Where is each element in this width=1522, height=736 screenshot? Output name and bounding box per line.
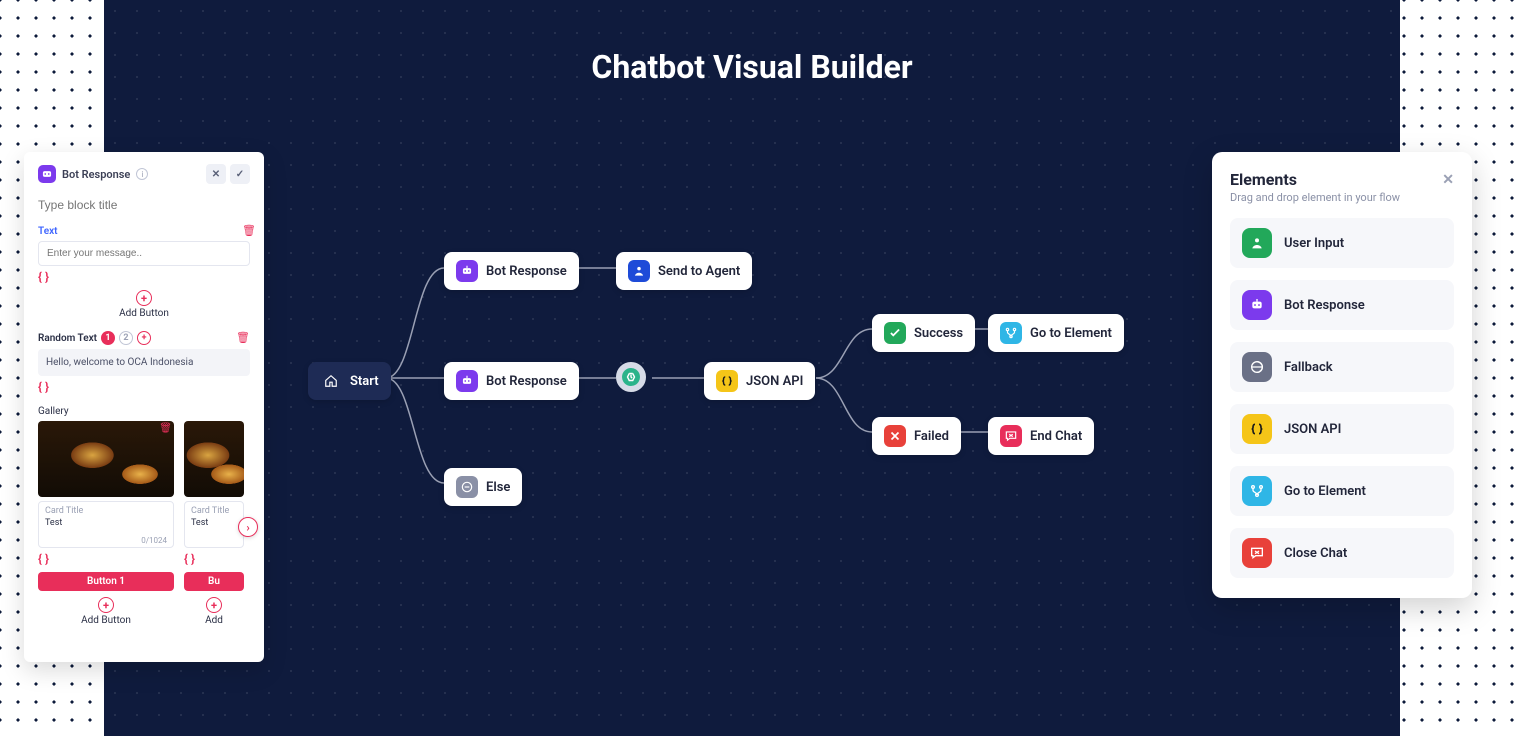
flow-hub[interactable]	[616, 362, 646, 392]
node-label: Else	[486, 480, 510, 495]
agent-icon	[628, 260, 650, 282]
chat-close-icon	[1242, 538, 1272, 568]
gallery-label: Gallery	[38, 406, 250, 417]
bot-icon	[38, 165, 56, 183]
char-counter: 0/1024	[45, 536, 167, 545]
gallery-card-button[interactable]: Bu	[184, 572, 244, 591]
trash-icon[interactable]: 🗑	[236, 331, 250, 345]
node-json-api[interactable]: JSON API	[704, 362, 815, 400]
editor-header-title: Bot Response	[62, 168, 130, 181]
gallery-card-button[interactable]: Button 1	[38, 572, 174, 591]
random-text-label: Random Text	[38, 333, 97, 344]
close-button[interactable]: ✕	[206, 164, 226, 184]
random-variant-1[interactable]: 1	[101, 331, 115, 345]
add-button-label: Add Button	[119, 308, 169, 319]
node-goto-element[interactable]: Go to Element	[988, 314, 1124, 352]
code-icon	[1242, 414, 1272, 444]
text-section-label: Text	[38, 226, 250, 237]
node-label: Success	[914, 326, 963, 341]
element-label: User Input	[1284, 236, 1344, 251]
element-goto[interactable]: Go to Element	[1230, 466, 1454, 516]
block-title-input[interactable]	[38, 194, 250, 216]
bot-icon	[456, 370, 478, 392]
random-text-section: Random Text 1 2 + 🗑 Hello, welcome to OC…	[38, 331, 250, 394]
gallery-section: Gallery 🗑 Card Title Test 0/1024 { } But…	[38, 406, 250, 626]
element-user-input[interactable]: User Input	[1230, 218, 1454, 268]
node-label: Send to Agent	[658, 264, 740, 279]
gallery-card-text[interactable]: Test	[45, 518, 167, 528]
element-close-chat[interactable]: Close Chat	[1230, 528, 1454, 578]
element-label: JSON API	[1284, 422, 1341, 437]
gallery-image[interactable]	[38, 421, 174, 497]
bot-icon	[456, 260, 478, 282]
add-button-label: Add Button	[81, 615, 131, 626]
node-label: Go to Element	[1030, 326, 1112, 341]
add-button-circle[interactable]: +	[206, 597, 222, 613]
else-icon	[456, 476, 478, 498]
gallery-card-title: Card Title	[191, 506, 237, 516]
code-icon	[716, 370, 738, 392]
fallback-icon	[1242, 352, 1272, 382]
check-icon	[884, 322, 906, 344]
node-end-chat[interactable]: End Chat	[988, 417, 1094, 455]
x-icon	[884, 425, 906, 447]
element-label: Fallback	[1284, 360, 1333, 375]
node-label: Bot Response	[486, 264, 567, 279]
variable-insert-icon[interactable]: { }	[184, 552, 195, 566]
info-icon[interactable]: i	[136, 168, 148, 180]
random-variant-add[interactable]: +	[137, 331, 151, 345]
node-else[interactable]: Else	[444, 468, 522, 506]
node-label: Bot Response	[486, 374, 567, 389]
node-start[interactable]: Start	[308, 362, 391, 400]
node-failed[interactable]: Failed	[872, 417, 961, 455]
node-bot-response-1[interactable]: Bot Response	[444, 252, 579, 290]
random-variant-2[interactable]: 2	[119, 331, 133, 345]
home-icon	[320, 370, 342, 392]
element-json-api[interactable]: JSON API	[1230, 404, 1454, 454]
node-label: Start	[350, 374, 379, 389]
add-button-circle[interactable]: +	[98, 597, 114, 613]
node-bot-response-2[interactable]: Bot Response	[444, 362, 579, 400]
char-counter	[191, 536, 237, 545]
element-label: Close Chat	[1284, 546, 1347, 561]
variable-insert-icon[interactable]: { }	[38, 270, 49, 284]
gallery-next-icon[interactable]: ›	[238, 517, 258, 537]
trash-icon[interactable]: 🗑	[159, 423, 172, 434]
element-label: Bot Response	[1284, 298, 1365, 313]
flow-canvas[interactable]: Chatbot Visual Builder Start	[104, 0, 1400, 736]
gallery-card-text[interactable]: Test	[191, 518, 237, 528]
variable-insert-icon[interactable]: { }	[38, 552, 49, 566]
node-success[interactable]: Success	[872, 314, 975, 352]
random-text-value[interactable]: Hello, welcome to OCA Indonesia	[38, 349, 250, 376]
gallery-card-2[interactable]: › Card Title Test { } Bu + Add	[184, 421, 244, 626]
bot-icon	[1242, 290, 1272, 320]
element-fallback[interactable]: Fallback	[1230, 342, 1454, 392]
page-title: Chatbot Visual Builder	[104, 48, 1400, 86]
element-bot-response[interactable]: Bot Response	[1230, 280, 1454, 330]
user-input-icon	[1242, 228, 1272, 258]
node-label: End Chat	[1030, 429, 1082, 444]
gallery-card-title: Card Title	[45, 506, 167, 516]
elements-title: Elements	[1230, 170, 1297, 189]
variable-insert-icon[interactable]: { }	[38, 380, 49, 394]
gallery-card-1[interactable]: 🗑 Card Title Test 0/1024 { } Button 1 + …	[38, 421, 174, 626]
text-section: Text 🗑 { } + Add Button	[38, 226, 250, 319]
node-label: Failed	[914, 429, 949, 444]
element-label: Go to Element	[1284, 484, 1366, 499]
node-send-to-agent[interactable]: Send to Agent	[616, 252, 752, 290]
elements-subtitle: Drag and drop element in your flow	[1230, 191, 1454, 204]
branch-icon	[1000, 322, 1022, 344]
message-input[interactable]	[38, 241, 250, 266]
bot-response-editor-panel: Bot Response i ✕ ✓ Text 🗑 { } + Add Butt…	[24, 152, 264, 662]
trash-icon[interactable]: 🗑	[242, 224, 256, 238]
node-label: JSON API	[746, 374, 803, 389]
add-button-label: Add	[205, 615, 223, 626]
chat-close-icon	[1000, 425, 1022, 447]
confirm-button[interactable]: ✓	[230, 164, 250, 184]
elements-panel: Elements ✕ Drag and drop element in your…	[1212, 152, 1472, 598]
gallery-image[interactable]	[184, 421, 244, 497]
add-button-circle[interactable]: +	[136, 290, 152, 306]
close-icon[interactable]: ✕	[1442, 172, 1454, 188]
branch-icon	[1242, 476, 1272, 506]
